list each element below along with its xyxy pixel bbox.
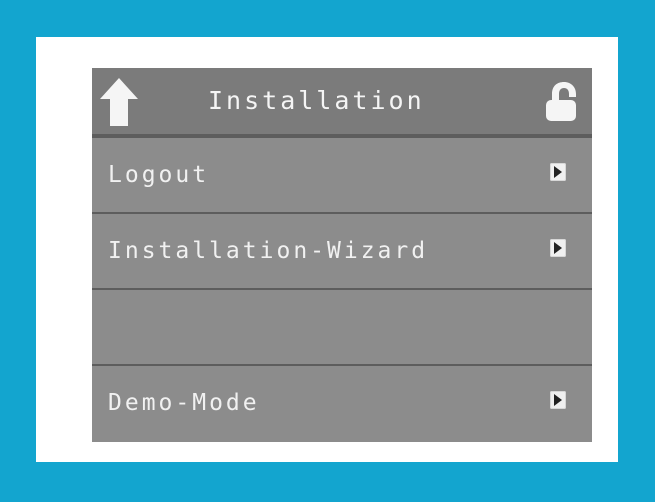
menu-item-empty	[92, 288, 592, 364]
screen-header: Installation	[92, 68, 592, 136]
menu-item-demo-mode[interactable]: Demo-Mode	[92, 364, 592, 442]
chevron-right-icon[interactable]	[550, 239, 566, 257]
menu-item-logout[interactable]: Logout	[92, 136, 592, 212]
chevron-right-icon[interactable]	[550, 163, 566, 181]
page-title: Installation	[208, 86, 425, 115]
menu-item-label: Installation-Wizard	[108, 238, 429, 264]
device-screen: Installation Logout Installation-Wizard …	[92, 68, 592, 442]
menu-item-label: Demo-Mode	[108, 390, 260, 416]
menu-item-label: Logout	[108, 162, 210, 188]
chevron-right-icon[interactable]	[550, 391, 566, 409]
menu-item-installation-wizard[interactable]: Installation-Wizard	[92, 212, 592, 288]
lock-open-icon[interactable]	[542, 79, 584, 123]
up-arrow-icon[interactable]	[100, 78, 138, 126]
